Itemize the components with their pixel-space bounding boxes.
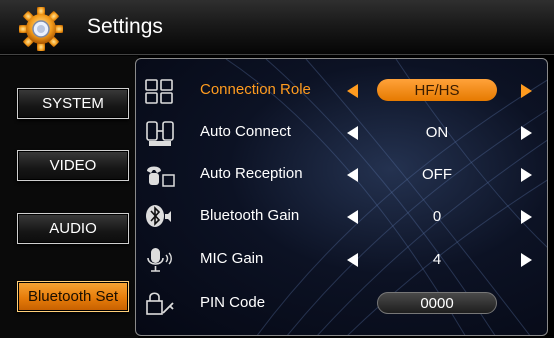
setting-row-connection-role[interactable]: Connection Role HF/HS [136,71,547,111]
setting-label: Auto Reception [200,165,303,182]
title-bar: Settings [0,0,554,55]
sidebar: SYSTEM VIDEO AUDIO Bluetooth Set [0,56,138,338]
pin-key-icon [146,292,174,315]
next-arrow-icon[interactable] [521,253,532,267]
setting-label: Connection Role [200,81,311,98]
previous-arrow-icon[interactable] [347,210,358,224]
setting-value[interactable]: 0 [377,205,497,227]
setting-row-bluetooth-gain[interactable]: Bluetooth Gain 0 [136,197,547,237]
page-title: Settings [87,15,163,38]
pin-code-field[interactable]: 0000 [377,292,497,314]
next-arrow-icon[interactable] [521,126,532,140]
setting-value[interactable]: 4 [377,248,497,270]
next-arrow-icon[interactable] [521,210,532,224]
setting-row-mic-gain[interactable]: MIC Gain 4 [136,240,547,280]
sidebar-item-system[interactable]: SYSTEM [17,88,129,119]
sidebar-item-video[interactable]: VIDEO [17,150,129,181]
bluetooth-volume-icon [146,205,171,227]
setting-value[interactable]: ON [377,121,497,143]
setting-label: MIC Gain [200,250,264,267]
sidebar-item-bluetooth-set[interactable]: Bluetooth Set [17,281,129,312]
previous-arrow-icon[interactable] [347,168,358,182]
sidebar-item-audio[interactable]: AUDIO [17,213,129,244]
setting-value[interactable]: HF/HS [377,79,497,101]
next-arrow-icon[interactable] [521,168,532,182]
auto-connect-icon [146,121,174,146]
setting-row-auto-reception[interactable]: Auto Reception OFF [136,155,547,195]
setting-label: Bluetooth Gain [200,207,300,224]
setting-label: Auto Connect [200,123,291,140]
previous-arrow-icon[interactable] [347,126,358,140]
gear-icon [19,7,63,51]
setting-row-auto-connect[interactable]: Auto Connect ON [136,113,547,153]
setting-value[interactable]: OFF [377,163,497,185]
settings-panel: Connection Role HF/HS Auto Connect ON Au… [135,58,548,336]
phone-pair-icon [145,79,173,104]
microphone-icon [147,248,172,272]
previous-arrow-icon[interactable] [347,253,358,267]
phone-answer-icon [147,166,175,187]
next-arrow-icon[interactable] [521,84,532,98]
previous-arrow-icon[interactable] [347,84,358,98]
setting-row-pin-code[interactable]: PIN Code 0000 [136,284,547,324]
setting-label: PIN Code [200,294,266,311]
